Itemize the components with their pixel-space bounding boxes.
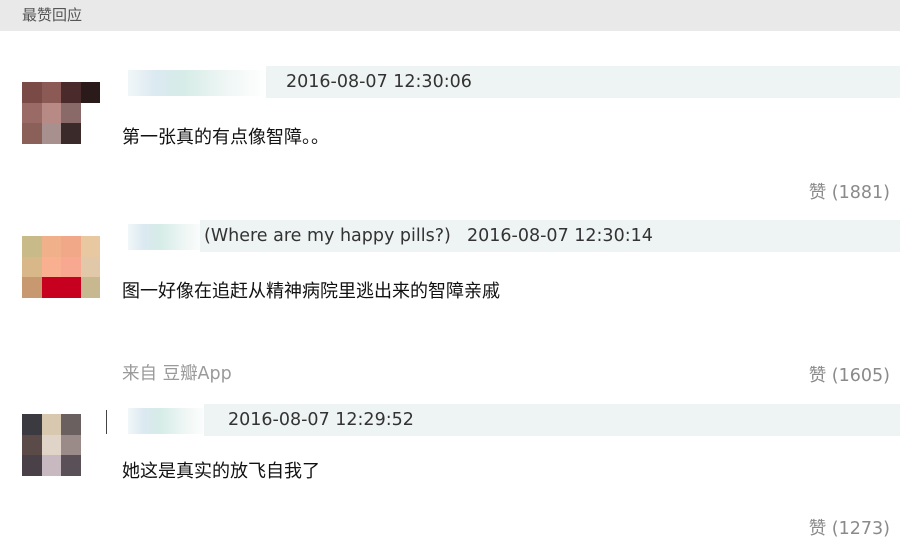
avatar-pixel — [22, 82, 42, 103]
avatar-pixel — [61, 455, 81, 476]
avatar-pixel — [80, 82, 100, 103]
avatar-pixel — [61, 434, 81, 456]
avatar-pixel — [22, 455, 42, 476]
avatar-pixel — [61, 82, 81, 103]
avatar-pixel — [41, 236, 61, 257]
avatar-pixel — [22, 123, 42, 144]
avatar[interactable] — [22, 82, 100, 144]
comment-text: 第一张真的有点像智障。。 — [122, 127, 329, 148]
avatar-pixel — [61, 123, 81, 144]
avatar-pixel — [80, 434, 100, 456]
avatar-pixel — [41, 256, 61, 278]
avatar-pixel — [22, 102, 42, 124]
author-signature: (Where are my happy pills?) — [204, 226, 451, 246]
comment-timestamp: 2016-08-07 12:30:14 — [467, 226, 653, 246]
avatar-pixel — [61, 236, 81, 257]
avatar[interactable] — [22, 414, 100, 476]
avatar-pixel — [80, 102, 100, 124]
author-name[interactable] — [128, 70, 266, 96]
avatar-pixel — [41, 434, 61, 456]
text-cursor — [106, 410, 107, 434]
comment-text: 图一好像在追赶从精神病院里逃出来的智障亲戚 — [122, 281, 500, 302]
avatar-pixel — [80, 123, 100, 144]
avatar-pixel — [41, 82, 61, 103]
avatar-pixel — [61, 102, 81, 124]
avatar-pixel — [41, 123, 61, 144]
avatar-pixel — [41, 102, 61, 124]
avatar-pixel — [22, 277, 42, 298]
comment-timestamp: 2016-08-07 12:30:06 — [286, 72, 472, 92]
avatar-pixel — [22, 256, 42, 278]
avatar-pixel — [22, 434, 42, 456]
section-title: 最赞回应 — [22, 6, 83, 24]
avatar-pixel — [61, 414, 81, 435]
comment-timestamp: 2016-08-07 12:29:52 — [228, 410, 414, 430]
comment-meta: 2016-08-07 12:29:52 — [120, 404, 900, 436]
avatar[interactable] — [22, 236, 100, 298]
author-name[interactable] — [128, 224, 208, 250]
comment-meta: (Where are my happy pills?) 2016-08-07 1… — [120, 220, 900, 252]
like-button[interactable]: 赞 (1273) — [809, 518, 890, 540]
comment-meta: 2016-08-07 12:30:06 — [120, 66, 900, 98]
avatar-pixel — [22, 414, 42, 435]
avatar-pixel — [80, 256, 100, 278]
avatar-pixel — [61, 256, 81, 278]
author-name[interactable] — [128, 408, 208, 434]
avatar-pixel — [61, 277, 81, 298]
avatar-pixel — [41, 455, 61, 476]
section-header: 最赞回应 — [0, 0, 900, 31]
avatar-pixel — [22, 236, 42, 257]
comment-text: 她这是真实的放飞自我了 — [122, 461, 320, 482]
avatar-pixel — [80, 455, 100, 476]
avatar-pixel — [80, 236, 100, 257]
like-button[interactable]: 赞 (1605) — [809, 365, 890, 387]
avatar-pixel — [80, 414, 100, 435]
avatar-pixel — [80, 277, 100, 298]
source-link[interactable]: 来自 豆瓣App — [122, 363, 232, 385]
like-button[interactable]: 赞 (1881) — [809, 182, 890, 204]
avatar-pixel — [41, 414, 61, 435]
avatar-pixel — [41, 277, 61, 298]
